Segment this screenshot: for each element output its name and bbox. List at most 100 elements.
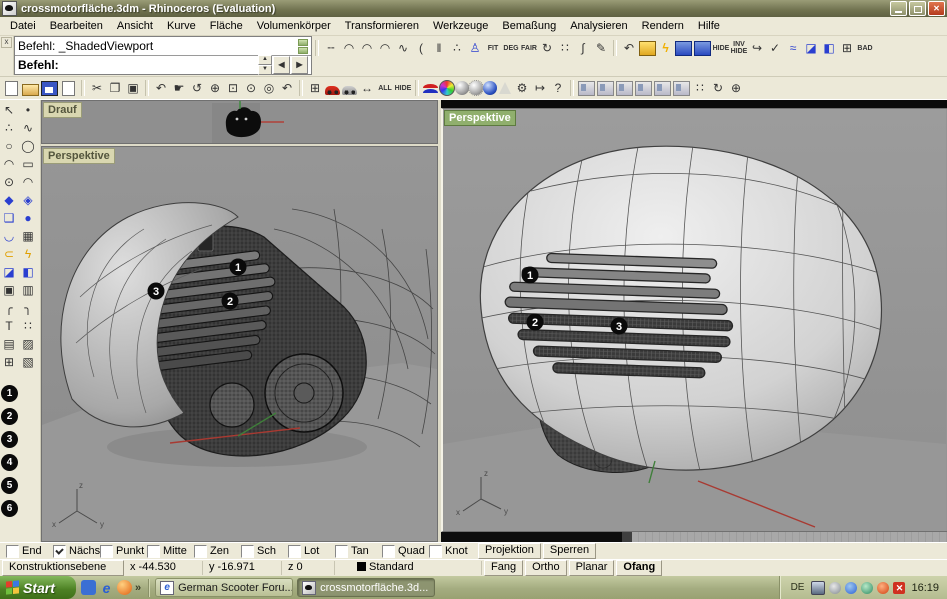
check-objects-icon[interactable]: ✓ <box>766 39 784 57</box>
mesh-icon[interactable]: ▦ <box>19 227 37 245</box>
osnap-end[interactable]: End <box>6 545 53 558</box>
lasso-select-icon[interactable]: ⊂ <box>0 245 18 263</box>
top-view-scene[interactable] <box>42 101 437 143</box>
dimension-icon[interactable]: ↦ <box>531 79 549 97</box>
sperren-button[interactable]: Sperren <box>543 543 596 559</box>
rhino-logo-icon[interactable] <box>423 82 438 95</box>
shade-icon[interactable]: ▧ <box>19 353 37 371</box>
command-scroll-right-button[interactable]: ▶ <box>291 56 308 74</box>
cplane-tool-icon-3[interactable] <box>616 81 633 96</box>
new-file-icon[interactable] <box>5 81 18 96</box>
menu-hilfe[interactable]: Hilfe <box>691 18 727 34</box>
undo-icon[interactable]: ↶ <box>152 79 170 97</box>
cplane-tool-icon-2[interactable] <box>597 81 614 96</box>
hatch-icon[interactable]: ▨ <box>19 335 37 353</box>
arc-icon[interactable]: ◠ <box>358 39 376 57</box>
osnap-sch[interactable]: Sch <box>241 545 288 558</box>
menu-bearbeiten[interactable]: Bearbeiten <box>43 18 110 34</box>
numbered-button-1[interactable]: 1 <box>1 385 18 402</box>
cplane-tool-icon-1[interactable] <box>578 81 595 96</box>
undo-view-icon[interactable]: ↶ <box>278 79 296 97</box>
numbered-button-4[interactable]: 4 <box>1 454 18 471</box>
spotlight-icon[interactable] <box>499 82 511 94</box>
zoom-all-icon[interactable]: ALL <box>376 79 394 97</box>
osnap-tan[interactable]: Tan <box>335 545 382 558</box>
blend-arc-icon[interactable]: ◠ <box>340 39 358 57</box>
ofang-toggle[interactable]: Ofang <box>616 560 662 576</box>
freeform-curve-icon[interactable]: ∿ <box>394 39 412 57</box>
osnap-naechst[interactable]: Nächst <box>53 545 100 558</box>
render-preview-icon[interactable] <box>342 86 357 95</box>
select-arrow-icon[interactable]: ↖ <box>0 101 18 119</box>
point-cloud-icon[interactable]: ∷ <box>691 79 709 97</box>
minimize-button[interactable] <box>890 1 907 16</box>
options-gears-icon[interactable]: ⚙ <box>513 79 531 97</box>
menu-rendern[interactable]: Rendern <box>635 18 691 34</box>
zoom-extents-icon[interactable]: ⊕ <box>206 79 224 97</box>
osnap-punkt[interactable]: Punkt <box>100 545 147 558</box>
solid-tools-icon[interactable]: ◡ <box>0 227 18 245</box>
text-tool-icon[interactable]: T <box>0 317 18 335</box>
grid-snap-icon[interactable]: ⊞ <box>0 353 18 371</box>
close-button[interactable]: ✕ <box>928 1 945 16</box>
surface-waves-icon[interactable]: ≈ <box>784 39 802 57</box>
change-degree-icon[interactable]: DEG <box>502 39 520 57</box>
block-insert-icon[interactable]: ▣ <box>0 281 18 299</box>
surface-icon[interactable]: ◆ <box>0 191 18 209</box>
invert-hide-icon[interactable]: INV HIDE <box>730 39 748 57</box>
layers-icon[interactable]: ▤ <box>0 335 18 353</box>
arc-icon[interactable]: ◠ <box>0 155 18 173</box>
zoom-selected-icon[interactable]: ◎ <box>260 79 278 97</box>
export-icon[interactable] <box>62 81 75 96</box>
command-dock-grip[interactable]: x <box>0 36 14 75</box>
internet-explorer-icon[interactable]: e <box>99 580 114 595</box>
task-rhino[interactable]: crossmotorfläche.3d... <box>297 578 435 597</box>
task-browser[interactable]: German Scooter Foru... <box>155 578 293 597</box>
block-define-icon[interactable]: ▥ <box>19 281 37 299</box>
numbered-button-6[interactable]: 6 <box>1 500 18 517</box>
offset-curve-icon[interactable]: ‖ <box>430 39 448 57</box>
menu-bemassung[interactable]: Bemaßung <box>495 18 563 34</box>
trim-icon[interactable]: ◪ <box>802 39 820 57</box>
osnap-mitte[interactable]: Mitte <box>147 545 194 558</box>
curve-loop-icon[interactable]: ↻ <box>709 79 727 97</box>
viewport-right-label[interactable]: Perspektive <box>444 110 516 126</box>
fit-curve-icon[interactable]: FIT <box>484 39 502 57</box>
trim-icon[interactable]: ◪ <box>0 263 18 281</box>
viewport-top[interactable]: Drauf <box>41 100 438 144</box>
points-grid-icon[interactable]: ∷ <box>19 317 37 335</box>
dashed-line-icon[interactable]: ╌ <box>322 39 340 57</box>
viewport-perspective-left[interactable]: Perspektive <box>41 146 438 542</box>
projektion-button[interactable]: Projektion <box>478 543 541 559</box>
perspective-right-scene[interactable]: 1 2 3 z x y <box>443 109 946 531</box>
viewport-left-label[interactable]: Perspektive <box>43 148 115 164</box>
box-icon[interactable]: ❑ <box>0 209 18 227</box>
menu-werkzeuge[interactable]: Werkzeuge <box>426 18 495 34</box>
split-icon[interactable]: ◧ <box>820 39 838 57</box>
command-scroll-left-button[interactable]: ◀ <box>273 56 290 74</box>
distance-icon[interactable]: ↔ <box>358 79 376 97</box>
fang-toggle[interactable]: Fang <box>484 560 523 576</box>
viewport-grid-icon[interactable]: ⊞ <box>838 39 856 57</box>
command-spinner[interactable]: ▲▼ <box>258 55 272 75</box>
restore-button[interactable] <box>909 1 926 16</box>
arc-center-icon[interactable]: ◠ <box>19 173 37 191</box>
rendered-viewport-icon[interactable] <box>469 81 483 95</box>
zoom-dynamic-icon[interactable]: ⊙ <box>242 79 260 97</box>
menu-volumenkoerper[interactable]: Volumenkörper <box>250 18 338 34</box>
command-close-icon[interactable]: x <box>1 37 12 48</box>
explode-icon[interactable]: ϟ <box>658 42 673 55</box>
start-button[interactable]: Start <box>0 576 76 599</box>
hide-objects-icon[interactable]: HIDE <box>712 39 730 57</box>
pan-icon[interactable]: ☛ <box>170 79 188 97</box>
menu-kurve[interactable]: Kurve <box>160 18 203 34</box>
planar-toggle[interactable]: Planar <box>569 560 615 576</box>
help-icon[interactable]: ? <box>549 79 567 97</box>
cplane-tool-icon-5[interactable] <box>654 81 671 96</box>
explode-icon[interactable]: ϟ <box>19 245 37 263</box>
cplane-tool-icon-6[interactable] <box>673 81 690 96</box>
freeform-curve-icon[interactable]: ∿ <box>19 119 37 137</box>
curve-points-icon[interactable]: ∴ <box>0 119 18 137</box>
ortho-toggle[interactable]: Ortho <box>525 560 567 576</box>
command-prompt[interactable]: Befehl: <box>18 58 59 72</box>
